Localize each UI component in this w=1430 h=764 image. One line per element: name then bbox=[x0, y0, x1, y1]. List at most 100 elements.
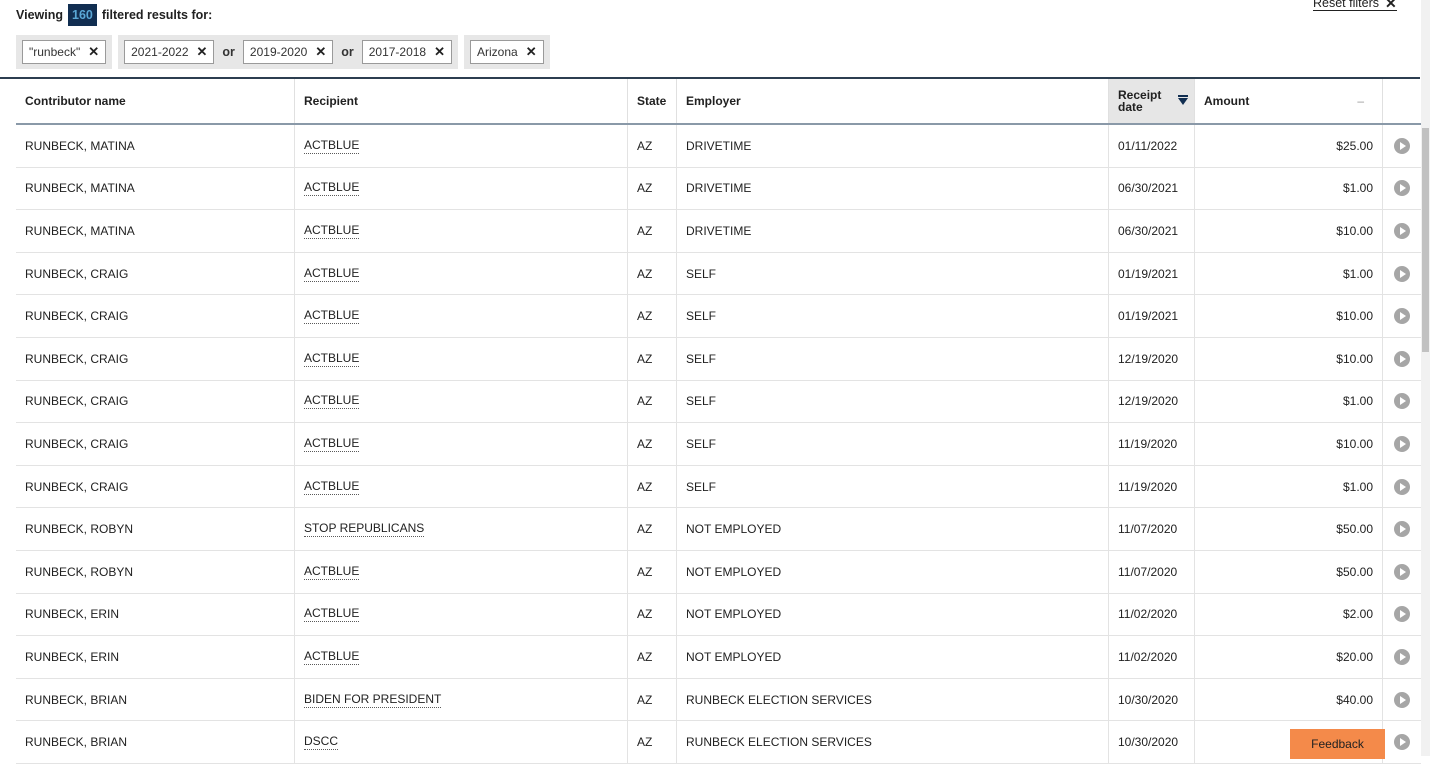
recipient-link[interactable]: ACTBLUE bbox=[304, 564, 360, 580]
state-filter-group: Arizona ✕ bbox=[464, 35, 550, 69]
cell-recipient: BIDEN FOR PRESIDENT bbox=[295, 678, 628, 721]
table-row: RUNBECK, ROBYN STOP REPUBLICANS AZ NOT EMPL… bbox=[16, 508, 1421, 551]
cell-amount: $20.00 bbox=[1195, 636, 1383, 678]
recipient-link[interactable]: ACTBLUE bbox=[304, 266, 360, 282]
cell-state-text: AZ bbox=[637, 436, 653, 451]
cell-actions bbox=[1383, 594, 1421, 636]
cell-contributor-name-text: RUNBECK, CRAIG bbox=[25, 436, 129, 451]
cell-state-text: AZ bbox=[637, 607, 653, 622]
cell-receipt-date-text: 06/30/2021 bbox=[1118, 181, 1179, 196]
cell-employer-text: SELF bbox=[686, 266, 717, 281]
column-header-receipt-date[interactable]: Receipt date bbox=[1109, 79, 1195, 123]
expand-row-icon[interactable] bbox=[1394, 393, 1410, 410]
recipient-link[interactable]: DSCC bbox=[304, 734, 339, 751]
cell-employer-text: SELF bbox=[686, 479, 717, 494]
expand-row-icon[interactable] bbox=[1394, 691, 1410, 708]
recipient-link[interactable]: ACTBLUE bbox=[304, 649, 360, 665]
cell-employer-text: RUNBECK ELECTION SERVICES bbox=[686, 735, 872, 750]
scrollbar[interactable] bbox=[1421, 0, 1430, 756]
cell-recipient: ACTBLUE bbox=[295, 636, 628, 678]
remove-filter-icon[interactable]: ✕ bbox=[526, 44, 537, 60]
remove-filter-icon[interactable]: ✕ bbox=[197, 44, 208, 60]
viewing-suffix: filtered results for: bbox=[101, 8, 213, 22]
table-row: RUNBECK, CRAIG ACTBLUE AZ SELF 11/19/2020 $10… bbox=[16, 423, 1421, 466]
remove-filter-icon[interactable]: ✕ bbox=[88, 44, 99, 60]
recipient-link[interactable]: ACTBLUE bbox=[304, 606, 360, 623]
column-header-amount[interactable]: Amount – bbox=[1195, 79, 1383, 123]
cell-amount: $40.00 bbox=[1195, 678, 1383, 721]
cell-actions bbox=[1383, 721, 1421, 763]
collapse-icon[interactable]: – bbox=[1357, 94, 1364, 108]
cell-state-text: AZ bbox=[637, 564, 653, 579]
column-header-contributor[interactable]: Contributor name bbox=[16, 79, 295, 123]
cell-employer: SELF bbox=[677, 465, 1109, 508]
recipient-link[interactable]: ACTBLUE bbox=[304, 138, 360, 154]
filter-chip-state: Arizona ✕ bbox=[470, 40, 544, 64]
recipient-link[interactable]: ACTBLUE bbox=[304, 351, 360, 367]
column-header-actions bbox=[1383, 79, 1421, 123]
recipient-link[interactable]: ACTBLUE bbox=[304, 436, 360, 452]
cycle-filter-group: 2021-2022 ✕ or 2019-2020 ✕ or 2017-2018 … bbox=[118, 35, 459, 69]
expand-row-icon[interactable] bbox=[1394, 222, 1410, 239]
cell-receipt-date-text: 01/11/2022 bbox=[1118, 138, 1178, 153]
recipient-link[interactable]: STOP REPUBLICANS bbox=[304, 521, 425, 538]
column-header-employer[interactable]: Employer bbox=[677, 79, 1109, 123]
cell-receipt-date-text: 11/02/2020 bbox=[1118, 649, 1178, 664]
cell-receipt-date-text: 11/19/2020 bbox=[1118, 479, 1178, 494]
cell-receipt-date: 06/30/2021 bbox=[1109, 210, 1195, 252]
cell-state: AZ bbox=[628, 636, 677, 678]
filter-chip-label: 2021-2022 bbox=[131, 45, 189, 59]
expand-row-icon[interactable] bbox=[1394, 563, 1410, 580]
expand-row-icon[interactable] bbox=[1394, 180, 1410, 197]
feedback-button[interactable]: Feedback bbox=[1290, 729, 1385, 759]
cell-employer: NOT EMPLOYED bbox=[677, 508, 1109, 550]
expand-row-icon[interactable] bbox=[1394, 734, 1410, 751]
cell-employer: SELF bbox=[677, 423, 1109, 465]
filter-chip-search: "runbeck" ✕ bbox=[22, 40, 107, 64]
cell-actions bbox=[1383, 381, 1421, 423]
cell-receipt-date: 11/02/2020 bbox=[1109, 593, 1195, 636]
cell-contributor-name: RUNBECK, ROBYN bbox=[16, 508, 295, 550]
recipient-link[interactable]: ACTBLUE bbox=[304, 308, 360, 325]
cell-state: AZ bbox=[628, 678, 677, 721]
table-row: RUNBECK, BRIAN DSCC AZ RUNBECK ELECTION SER… bbox=[16, 721, 1421, 764]
expand-row-icon[interactable] bbox=[1394, 137, 1410, 154]
cell-employer: SELF bbox=[677, 295, 1109, 337]
cell-actions bbox=[1383, 636, 1421, 678]
recipient-link[interactable]: BIDEN FOR PRESIDENT bbox=[304, 692, 442, 708]
cell-state-text: AZ bbox=[637, 692, 653, 707]
cell-contributor-name-text: RUNBECK, BRIAN bbox=[25, 735, 128, 750]
expand-row-icon[interactable] bbox=[1394, 606, 1410, 623]
cell-contributor-name-text: RUNBECK, MATINA bbox=[25, 181, 135, 196]
cell-receipt-date: 12/19/2020 bbox=[1109, 337, 1195, 380]
expand-row-icon[interactable] bbox=[1394, 308, 1410, 325]
recipient-link[interactable]: ACTBLUE bbox=[304, 180, 360, 197]
recipient-link[interactable]: ACTBLUE bbox=[304, 223, 360, 239]
expand-row-icon[interactable] bbox=[1394, 648, 1410, 665]
expand-row-icon[interactable] bbox=[1394, 350, 1410, 367]
expand-row-icon[interactable] bbox=[1394, 435, 1410, 452]
column-header-state[interactable]: State bbox=[628, 79, 677, 123]
cell-amount: $1.00 bbox=[1195, 167, 1383, 210]
remove-filter-icon[interactable]: ✕ bbox=[434, 44, 445, 60]
recipient-link[interactable]: ACTBLUE bbox=[304, 393, 360, 410]
expand-row-icon[interactable] bbox=[1394, 265, 1410, 282]
scrollbar-thumb[interactable] bbox=[1422, 128, 1429, 352]
cell-recipient: ACTBLUE bbox=[295, 295, 628, 337]
cell-actions bbox=[1383, 466, 1421, 508]
cell-contributor-name: RUNBECK, CRAIG bbox=[16, 337, 295, 380]
cell-recipient: ACTBLUE bbox=[295, 593, 628, 636]
search-filter-group: "runbeck" ✕ bbox=[16, 35, 113, 69]
cell-actions bbox=[1383, 125, 1421, 167]
remove-filter-icon[interactable]: ✕ bbox=[315, 44, 326, 60]
cell-actions bbox=[1383, 423, 1421, 465]
expand-row-icon[interactable] bbox=[1394, 478, 1410, 495]
column-header-recipient[interactable]: Recipient bbox=[295, 79, 628, 123]
cell-actions bbox=[1383, 679, 1421, 721]
cell-actions bbox=[1383, 295, 1421, 337]
reset-filters-button[interactable]: Reset filters ✕ bbox=[1313, 0, 1397, 11]
expand-row-icon[interactable] bbox=[1394, 521, 1410, 538]
cell-state: AZ bbox=[628, 210, 677, 252]
cell-state-text: AZ bbox=[637, 735, 653, 750]
recipient-link[interactable]: ACTBLUE bbox=[304, 479, 360, 495]
